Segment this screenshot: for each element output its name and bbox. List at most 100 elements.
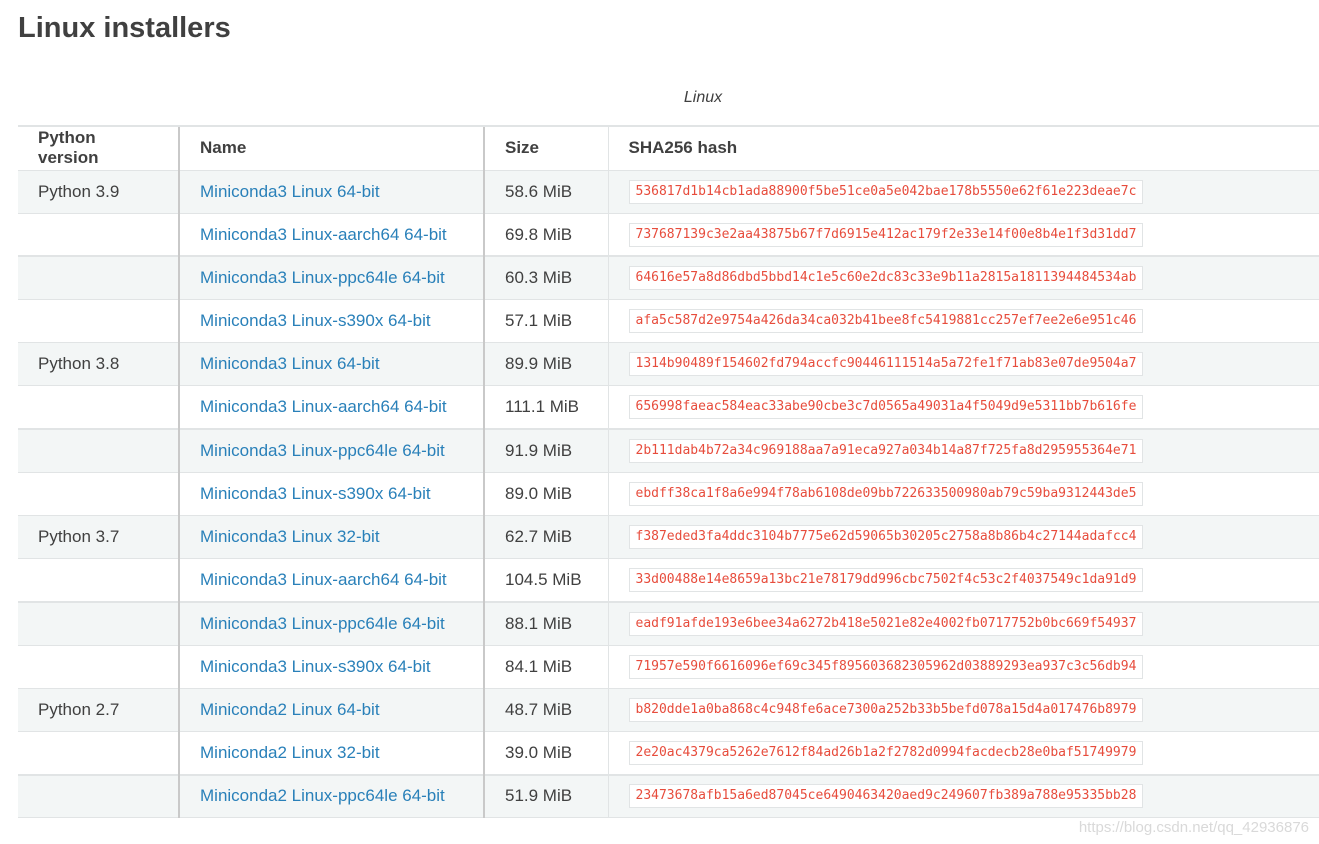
installer-download-link[interactable]: Miniconda3 Linux-s390x 64-bit (200, 484, 431, 503)
sha256-hash-code: 23473678afb15a6ed87045ce6490463420aed9c2… (628, 784, 1144, 809)
cell-name: Miniconda3 Linux-ppc64le 64-bit (178, 600, 484, 646)
installer-download-link[interactable]: Miniconda3 Linux-s390x 64-bit (200, 657, 431, 676)
cell-name: Miniconda2 Linux 32-bit (178, 730, 484, 775)
installer-download-link[interactable]: Miniconda2 Linux 32-bit (200, 743, 380, 762)
cell-name: Miniconda2 Linux-ppc64le 64-bit (178, 773, 484, 819)
table-row: Python 3.7 Miniconda3 Linux 32-bit 62.7 Mi… (18, 514, 1319, 559)
table-row: Miniconda3 Linux-aarch64 64-bit 111.1 MiB… (18, 385, 1319, 430)
cell-size: 89.0 MiB (483, 471, 608, 516)
table-caption: Linux (683, 89, 723, 106)
cell-size: 39.0 MiB (483, 730, 608, 775)
cell-name: Miniconda2 Linux 64-bit (178, 687, 484, 732)
table-row: Python 3.9 Miniconda3 Linux 64-bit 58.6 Mi… (18, 169, 1319, 214)
cell-name: Miniconda3 Linux-ppc64le 64-bit (178, 428, 484, 473)
cell-sha256-hash: 1314b90489f154602fd794accfc90446111514a5… (607, 342, 1319, 386)
sha256-hash-code: 656998faeac584eac33abe90cbe3c7d0565a4903… (628, 395, 1144, 420)
cell-size: 69.8 MiB (483, 212, 608, 257)
cell-size: 57.1 MiB (483, 299, 608, 343)
cell-python-version (18, 385, 179, 430)
header-size: Size (483, 125, 608, 171)
cell-size: 111.1 MiB (483, 385, 608, 430)
page: Linux installers Linux Python version Na… (0, 0, 1319, 844)
cell-size: 48.7 MiB (483, 687, 608, 732)
table-row: Miniconda3 Linux-ppc64le 64-bit 91.9 MiB 2… (18, 428, 1319, 473)
table-row: Python 2.7 Miniconda2 Linux 64-bit 48.7 Mi… (18, 687, 1319, 732)
cell-sha256-hash: b820dde1a0ba868c4c948fe6ace7300a252b33b5… (607, 687, 1319, 732)
cell-size: 60.3 MiB (483, 255, 608, 300)
sha256-hash-code: 64616e57a8d86dbd5bbd14c1e5c60e2dc83c33e9… (628, 266, 1144, 291)
installer-download-link[interactable]: Miniconda3 Linux-aarch64 64-bit (200, 570, 447, 589)
installer-download-link[interactable]: Miniconda2 Linux 64-bit (200, 700, 380, 719)
cell-python-version: Python 2.7 (18, 687, 179, 732)
cell-size: 88.1 MiB (483, 600, 608, 646)
cell-name: Miniconda3 Linux 32-bit (178, 514, 484, 559)
installer-download-link[interactable]: Miniconda3 Linux-s390x 64-bit (200, 311, 431, 330)
cell-name: Miniconda3 Linux-aarch64 64-bit (178, 212, 484, 257)
page-title: Linux installers (18, 12, 231, 44)
table-header-row: Python version Name Size SHA256 hash (18, 125, 1319, 171)
installer-download-link[interactable]: Miniconda3 Linux 64-bit (200, 182, 380, 201)
watermark: https://blog.csdn.net/qq_42936876 (1078, 819, 1309, 836)
cell-sha256-hash: afa5c587d2e9754a426da34ca032b41bee8fc541… (607, 299, 1319, 343)
cell-python-version: Python 3.7 (18, 514, 179, 559)
table-row: Miniconda3 Linux-s390x 64-bit 84.1 MiB 719… (18, 644, 1319, 689)
table-row: Miniconda3 Linux-aarch64 64-bit 69.8 MiB 7… (18, 212, 1319, 257)
cell-size: 89.9 MiB (483, 342, 608, 386)
cell-python-version (18, 428, 179, 473)
sha256-hash-code: 2b111dab4b72a34c969188aa7a91eca927a034b1… (628, 438, 1144, 463)
cell-python-version (18, 212, 179, 257)
cell-size: 58.6 MiB (483, 169, 608, 214)
cell-python-version (18, 600, 179, 646)
cell-python-version (18, 558, 179, 602)
cell-python-version (18, 730, 179, 775)
cell-size: 62.7 MiB (483, 514, 608, 559)
header-sha256-hash: SHA256 hash (607, 125, 1319, 171)
cell-sha256-hash: 2b111dab4b72a34c969188aa7a91eca927a034b1… (607, 428, 1319, 473)
sha256-hash-code: 536817d1b14cb1ada88900f5be51ce0a5e042bae… (628, 179, 1144, 204)
cell-sha256-hash: 71957e590f6616096ef69c345f89560368230596… (607, 644, 1319, 689)
installer-download-link[interactable]: Miniconda3 Linux 32-bit (200, 527, 380, 546)
installer-download-link[interactable]: Miniconda3 Linux-aarch64 64-bit (200, 397, 447, 416)
table-row: Miniconda2 Linux-ppc64le 64-bit 51.9 MiB 2… (18, 773, 1319, 819)
cell-name: Miniconda3 Linux-ppc64le 64-bit (178, 255, 484, 300)
cell-name: Miniconda3 Linux-aarch64 64-bit (178, 385, 484, 430)
table-row: Miniconda3 Linux-s390x 64-bit 57.1 MiB afa… (18, 299, 1319, 343)
installer-download-link[interactable]: Miniconda3 Linux-aarch64 64-bit (200, 225, 447, 244)
cell-python-version (18, 644, 179, 689)
installer-download-link[interactable]: Miniconda3 Linux-ppc64le 64-bit (200, 268, 445, 287)
cell-sha256-hash: 2e20ac4379ca5262e7612f84ad26b1a2f2782d09… (607, 730, 1319, 775)
cell-name: Miniconda3 Linux 64-bit (178, 169, 484, 214)
installer-download-link[interactable]: Miniconda3 Linux-ppc64le 64-bit (200, 614, 445, 633)
cell-sha256-hash: 33d00488e14e8659a13bc21e78179dd996cbc750… (607, 558, 1319, 602)
sha256-hash-code: ebdff38ca1f8a6e994f78ab6108de09bb7226335… (628, 481, 1144, 506)
header-python-version: Python version (18, 125, 179, 171)
table-row: Miniconda3 Linux-s390x 64-bit 89.0 MiB ebd… (18, 471, 1319, 516)
cell-name: Miniconda3 Linux-s390x 64-bit (178, 299, 484, 343)
cell-python-version (18, 773, 179, 819)
installer-download-link[interactable]: Miniconda2 Linux-ppc64le 64-bit (200, 786, 445, 805)
table-body: Python 3.9 Miniconda3 Linux 64-bit 58.6 Mi… (18, 169, 1319, 819)
cell-name: Miniconda3 Linux-aarch64 64-bit (178, 558, 484, 602)
table-row: Miniconda3 Linux-ppc64le 64-bit 88.1 MiB e… (18, 600, 1319, 646)
cell-size: 104.5 MiB (483, 558, 608, 602)
cell-name: Miniconda3 Linux-s390x 64-bit (178, 644, 484, 689)
table-row: Miniconda3 Linux-aarch64 64-bit 104.5 MiB… (18, 558, 1319, 602)
sha256-hash-code: 1314b90489f154602fd794accfc90446111514a5… (628, 352, 1144, 377)
table-row: Miniconda3 Linux-ppc64le 64-bit 60.3 MiB 6… (18, 255, 1319, 300)
cell-python-version: Python 3.9 (18, 169, 179, 214)
sha256-hash-code: 737687139c3e2aa43875b67f7d6915e412ac179f… (628, 222, 1144, 247)
sha256-hash-code: 2e20ac4379ca5262e7612f84ad26b1a2f2782d09… (628, 740, 1144, 765)
cell-python-version (18, 471, 179, 516)
table-row: Python 3.8 Miniconda3 Linux 64-bit 89.9 Mi… (18, 342, 1319, 386)
cell-sha256-hash: 536817d1b14cb1ada88900f5be51ce0a5e042bae… (607, 169, 1319, 214)
cell-sha256-hash: f387eded3fa4ddc3104b7775e62d59065b30205c… (607, 514, 1319, 559)
cell-sha256-hash: 656998faeac584eac33abe90cbe3c7d0565a4903… (607, 385, 1319, 430)
cell-size: 91.9 MiB (483, 428, 608, 473)
cell-python-version: Python 3.8 (18, 342, 179, 386)
installer-download-link[interactable]: Miniconda3 Linux-ppc64le 64-bit (200, 441, 445, 460)
cell-name: Miniconda3 Linux 64-bit (178, 342, 484, 386)
sha256-hash-code: eadf91afde193e6bee34a6272b418e5021e82e40… (628, 611, 1144, 636)
cell-sha256-hash: ebdff38ca1f8a6e994f78ab6108de09bb7226335… (607, 471, 1319, 516)
cell-sha256-hash: 64616e57a8d86dbd5bbd14c1e5c60e2dc83c33e9… (607, 255, 1319, 300)
installer-download-link[interactable]: Miniconda3 Linux 64-bit (200, 354, 380, 373)
